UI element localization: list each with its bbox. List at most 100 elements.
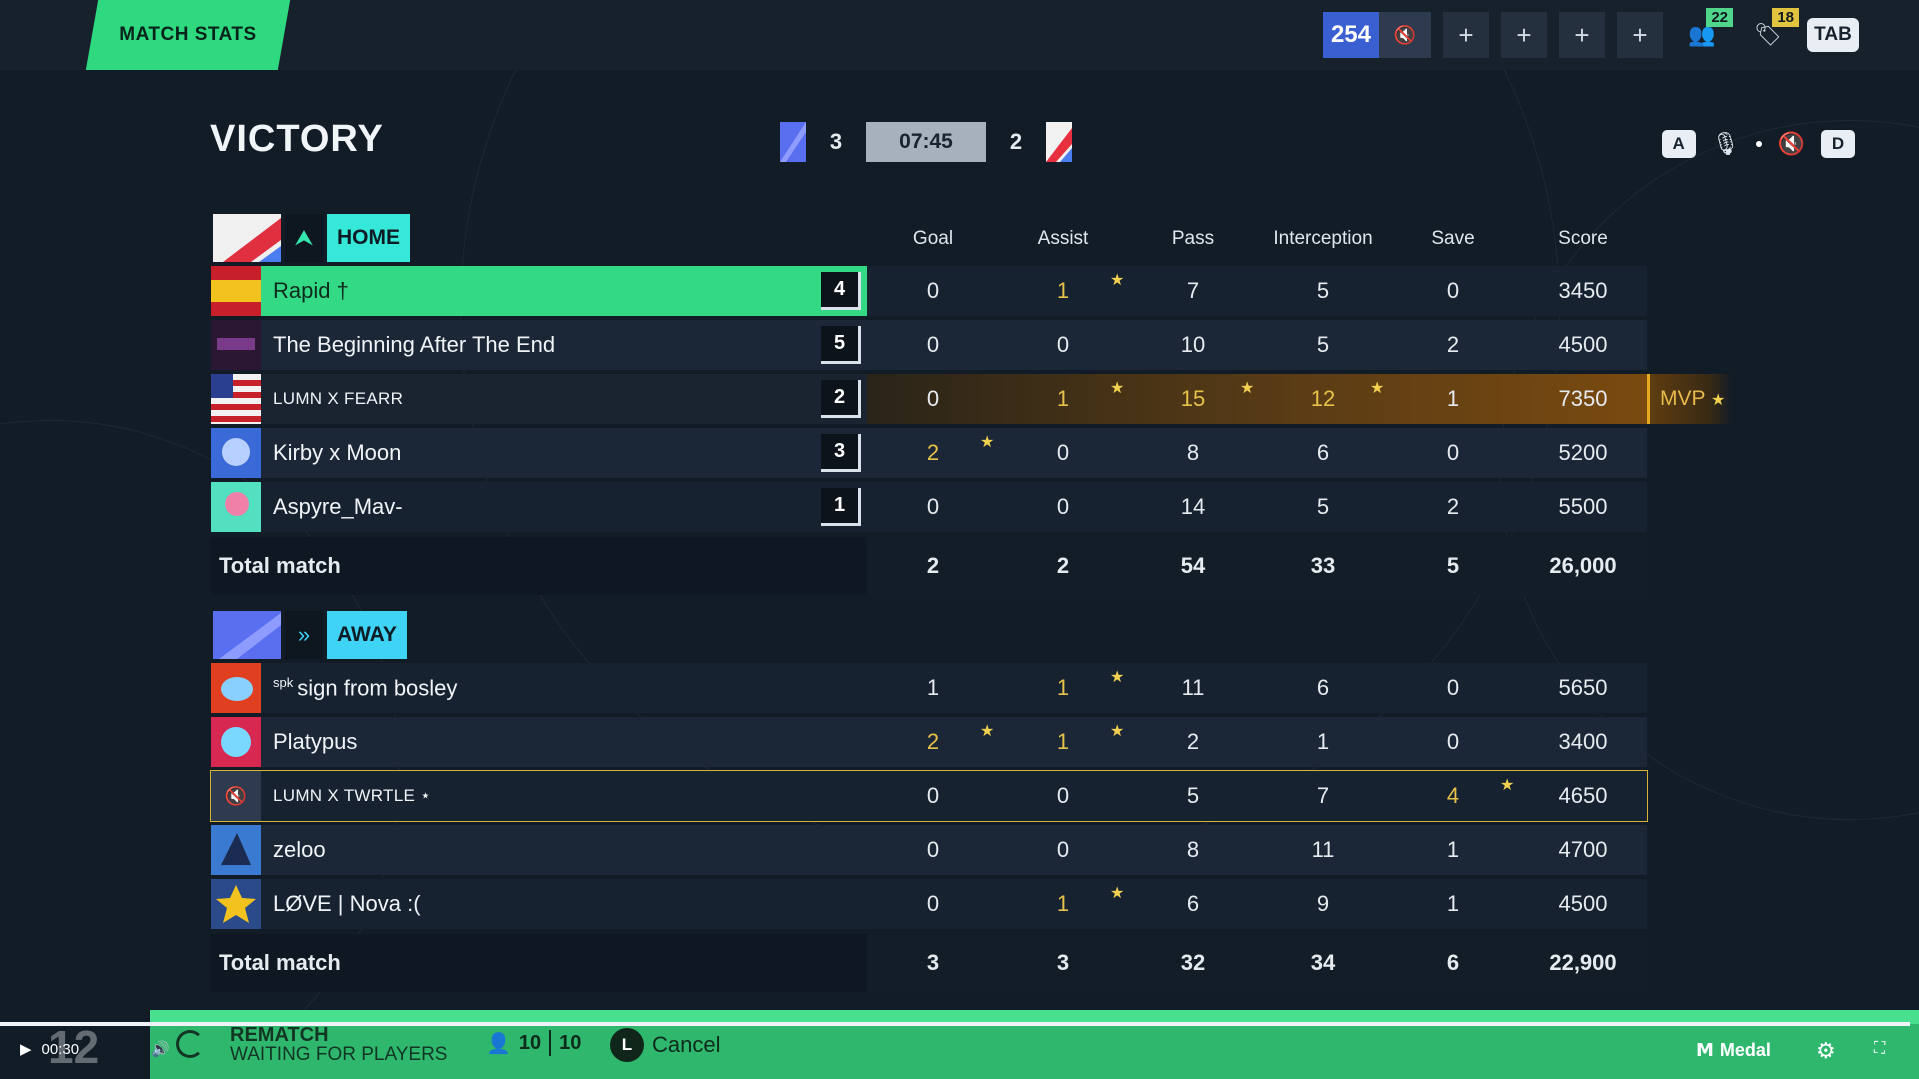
player-avatar bbox=[211, 879, 261, 929]
star-icon: ★ bbox=[980, 723, 995, 740]
key-a-hint[interactable]: A bbox=[1661, 130, 1696, 158]
player-avatar bbox=[211, 717, 261, 767]
total-score: 26,000 bbox=[1549, 553, 1617, 578]
player-row[interactable]: Kirby x Moon 3 2 ★ 0 8 6 0 5200 bbox=[211, 428, 1647, 478]
player-name-cell: Aspyre_Mav- 1 bbox=[211, 482, 867, 532]
stat-pass: 7 bbox=[1186, 278, 1200, 303]
stat-assist: 1 bbox=[1056, 386, 1070, 411]
stat-save: 2 bbox=[1446, 332, 1460, 357]
key-d-hint[interactable]: D bbox=[1821, 130, 1855, 158]
notifications-button[interactable]: 🏷 18 bbox=[1741, 8, 1799, 58]
player-name-cell: LØVE | Nova :( bbox=[211, 879, 867, 929]
add-slot-button[interactable]: + bbox=[1617, 12, 1663, 58]
stat-score: 5200 bbox=[1558, 440, 1608, 465]
player-name-cell: LUMN X FEARR 2 bbox=[211, 374, 867, 424]
player-row[interactable]: The Beginning After The End 5 0 0 10 5 2… bbox=[211, 320, 1647, 370]
play-icon[interactable]: ▶ bbox=[20, 1040, 32, 1058]
player-row[interactable]: Platypus 2 ★ 1 ★ 2 1 0 3400 bbox=[211, 717, 1647, 767]
stat-save: 0 bbox=[1446, 729, 1460, 754]
mic-muted-icon[interactable]: 🎙 bbox=[1712, 131, 1740, 157]
stat-interception: 11 bbox=[1311, 837, 1335, 862]
stat-interception: 5 bbox=[1316, 332, 1330, 357]
player-row[interactable]: Rapid † 4 0 1 ★ 7 5 0 3450 bbox=[211, 266, 1647, 316]
key-l-hint: L bbox=[610, 1028, 644, 1062]
double-chevron-icon: » bbox=[285, 611, 323, 659]
player-level: 2 bbox=[821, 380, 861, 418]
player-row-self[interactable]: 🔇 LUMN X TWRTLE ⋆ 0 0 5 7 4 ★ 4650 bbox=[210, 770, 1648, 822]
fullscreen-icon[interactable]: ⛶ bbox=[1874, 1040, 1885, 1058]
stat-score: 7350 bbox=[1558, 386, 1608, 411]
players-ready: 10 bbox=[518, 1031, 542, 1054]
stat-assist: 0 bbox=[1056, 332, 1070, 357]
medal-icon: Ⅿ bbox=[1696, 1040, 1714, 1060]
tab-key-hint[interactable]: TAB bbox=[1807, 18, 1859, 52]
stat-save: 0 bbox=[1446, 278, 1460, 303]
tab-match-stats[interactable]: MATCH STATS bbox=[85, 0, 291, 70]
friends-button[interactable]: 👥 22 bbox=[1675, 8, 1733, 58]
total-goal: 2 bbox=[926, 553, 940, 578]
stat-save: 1 bbox=[1446, 837, 1460, 862]
player-avatar bbox=[211, 663, 261, 713]
player-row[interactable]: Aspyre_Mav- 1 0 0 14 5 2 5500 bbox=[211, 482, 1647, 532]
player-row[interactable]: spk sign from bosley 1 1 ★ 11 6 0 5650 bbox=[211, 663, 1647, 713]
gear-icon[interactable]: ⚙ bbox=[1816, 1038, 1836, 1064]
add-slot-button[interactable]: + bbox=[1559, 12, 1605, 58]
col-pass: Pass bbox=[1171, 228, 1215, 249]
player-name-cell: Kirby x Moon 3 bbox=[211, 428, 867, 478]
speaker-muted-icon[interactable]: 🔇 bbox=[1778, 131, 1805, 157]
stat-score: 4500 bbox=[1558, 891, 1608, 916]
player-name: The Beginning After The End bbox=[273, 332, 556, 357]
rematch-status: WAITING FOR PLAYERS bbox=[230, 1044, 448, 1065]
stat-goal: 0 bbox=[926, 783, 940, 808]
stat-interception: 1 bbox=[1316, 729, 1330, 754]
stat-pass: 10 bbox=[1180, 332, 1206, 357]
player-name: LUMN X FEARR bbox=[273, 389, 404, 408]
stat-interception: 5 bbox=[1316, 278, 1330, 303]
player-name: LUMN X TWRTLE ⋆ bbox=[273, 786, 432, 805]
player-level-card[interactable]: 254 🔇 bbox=[1322, 12, 1431, 58]
player-avatar bbox=[211, 374, 261, 424]
stat-interception: 12 bbox=[1310, 386, 1336, 411]
total-assist: 2 bbox=[1056, 553, 1070, 578]
video-time: 00:30 bbox=[41, 1040, 80, 1058]
cancel-button[interactable]: L Cancel bbox=[610, 1028, 720, 1062]
player-avatar bbox=[211, 825, 261, 875]
player-level: 1 bbox=[821, 488, 861, 526]
player-row-mvp[interactable]: LUMN X FEARR 2 0 1 ★ 15 ★ 12 ★ 1 7350 MV… bbox=[211, 374, 1733, 424]
stat-score: 4650 bbox=[1558, 783, 1608, 808]
friends-count: 22 bbox=[1706, 8, 1733, 27]
stat-interception: 6 bbox=[1316, 440, 1330, 465]
col-save: Save bbox=[1431, 228, 1475, 249]
medal-logo[interactable]: Ⅿ Medal bbox=[1696, 1040, 1771, 1061]
star-icon: ★ bbox=[1240, 380, 1255, 397]
medal-label: Medal bbox=[1719, 1040, 1771, 1060]
spectate-controls: A 🎙 🔇 D bbox=[1661, 130, 1855, 158]
col-assist: Assist bbox=[1037, 228, 1089, 249]
total-goal: 3 bbox=[926, 950, 940, 975]
video-controls: ▶ 00:30 🔊 bbox=[20, 1040, 170, 1059]
stat-pass: 11 bbox=[1181, 675, 1205, 700]
add-slot-button[interactable]: + bbox=[1501, 12, 1547, 58]
player-row[interactable]: zeloo 0 0 8 11 1 4700 bbox=[211, 825, 1647, 875]
away-label: AWAY bbox=[327, 611, 407, 659]
volume-icon[interactable]: 🔊 bbox=[151, 1040, 170, 1058]
star-icon: ★ bbox=[1710, 392, 1726, 409]
scoreboard: 3 07:45 2 bbox=[780, 122, 1072, 162]
player-name: LØVE | Nova :( bbox=[273, 891, 421, 916]
chevron-up-icon: ⮝ bbox=[285, 214, 323, 262]
player-name: Rapid † bbox=[273, 278, 349, 303]
away-team-header: » AWAY bbox=[213, 611, 407, 659]
stat-pass: 8 bbox=[1186, 837, 1200, 862]
player-level: 4 bbox=[821, 272, 861, 310]
stat-assist: 0 bbox=[1056, 440, 1070, 465]
stat-pass: 2 bbox=[1186, 729, 1200, 754]
player-avatar bbox=[211, 428, 261, 478]
total-label: Total match bbox=[211, 934, 867, 992]
away-team-flag bbox=[213, 611, 281, 659]
player-row[interactable]: LØVE | Nova :( 0 1 ★ 6 9 1 4500 bbox=[211, 879, 1647, 929]
notification-count: 18 bbox=[1772, 8, 1799, 27]
total-interception: 34 bbox=[1310, 950, 1336, 975]
stat-save: 0 bbox=[1446, 440, 1460, 465]
add-slot-button[interactable]: + bbox=[1443, 12, 1489, 58]
separator-dot bbox=[1755, 141, 1762, 147]
